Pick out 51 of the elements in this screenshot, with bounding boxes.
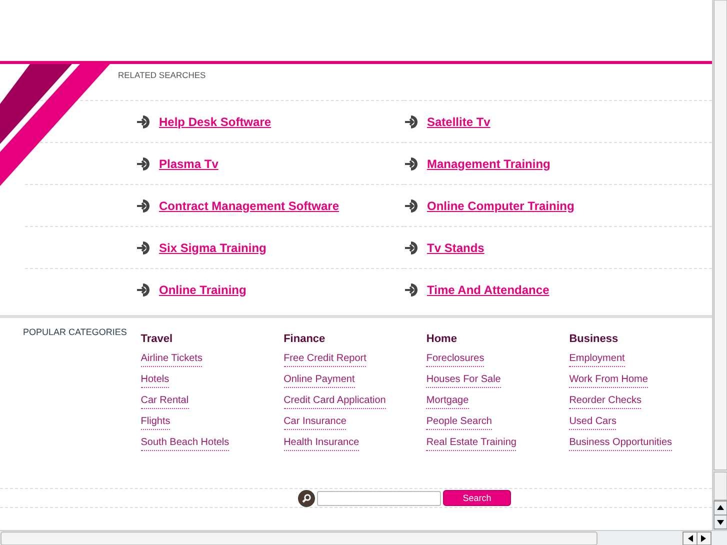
- category-link[interactable]: Mortgage: [426, 394, 469, 408]
- section-title: POPULAR CATEGORIES: [23, 327, 127, 337]
- search-link[interactable]: Plasma Tv: [159, 154, 218, 172]
- category-link[interactable]: Foreclosures: [426, 352, 484, 366]
- search-field[interactable]: [317, 490, 441, 506]
- category-link[interactable]: Reorder Checks: [569, 394, 642, 408]
- search-link[interactable]: Management Training: [427, 154, 550, 172]
- search-link[interactable]: Satellite Tv: [427, 112, 490, 130]
- category-link[interactable]: Flights: [140, 414, 170, 430]
- search-link[interactable]: Six Sigma Training: [159, 238, 266, 256]
- category-link[interactable]: Airline Tickets: [140, 352, 202, 366]
- search-link[interactable]: Online Computer Training: [427, 196, 574, 214]
- arrow-circle-icon: [404, 198, 419, 212]
- category-link[interactable]: Real Estate Training: [426, 436, 516, 450]
- search-link[interactable]: Online Training: [159, 280, 246, 298]
- arrow-circle-icon: [136, 282, 151, 296]
- category-link[interactable]: Business Opportunities: [569, 436, 672, 450]
- category-link[interactable]: Online Payment: [284, 372, 355, 388]
- category-heading: Finance: [284, 332, 326, 347]
- category-link[interactable]: Health Insurance: [284, 436, 360, 450]
- category-link[interactable]: Free Credit Report: [284, 352, 366, 366]
- arrow-circle-icon: [404, 156, 419, 170]
- search-icon: [298, 490, 315, 506]
- category-link[interactable]: Car Insurance: [284, 414, 346, 430]
- category-link[interactable]: South Beach Hotels: [140, 436, 230, 450]
- arrow-circle-icon: [136, 198, 151, 212]
- arrow-circle-icon: [404, 282, 419, 296]
- category-heading: Business: [569, 332, 620, 347]
- search-button[interactable]: Search: [443, 490, 511, 506]
- category-link[interactable]: Car Rental: [140, 394, 189, 408]
- arrow-circle-icon: [404, 114, 419, 128]
- horizontal-scrollbar[interactable]: [0, 530, 727, 545]
- search-link[interactable]: Time And Attendance: [427, 280, 550, 298]
- arrow-circle-icon: [136, 114, 151, 128]
- category-link[interactable]: People Search: [426, 414, 492, 430]
- category-link[interactable]: Hotels: [140, 372, 170, 388]
- arrow-circle-icon: [404, 240, 419, 254]
- search-link[interactable]: Contract Management Software: [159, 196, 340, 214]
- search-link[interactable]: Tv Stands: [427, 238, 484, 256]
- category-link[interactable]: Employment: [569, 352, 625, 366]
- category-heading: Travel: [140, 332, 174, 347]
- vertical-scrollbar[interactable]: [712, 0, 727, 530]
- arrow-circle-icon: [136, 240, 151, 254]
- category-heading: Home: [426, 332, 458, 347]
- arrow-circle-icon: [136, 156, 151, 170]
- search-link[interactable]: Help Desk Software: [159, 112, 272, 130]
- category-link[interactable]: Used Cars: [569, 414, 616, 430]
- category-link[interactable]: Houses For Sale: [426, 372, 501, 388]
- section-title: RELATED SEARCHES: [118, 70, 206, 80]
- category-link[interactable]: Work From Home: [569, 372, 648, 388]
- category-link[interactable]: Credit Card Application: [284, 394, 386, 408]
